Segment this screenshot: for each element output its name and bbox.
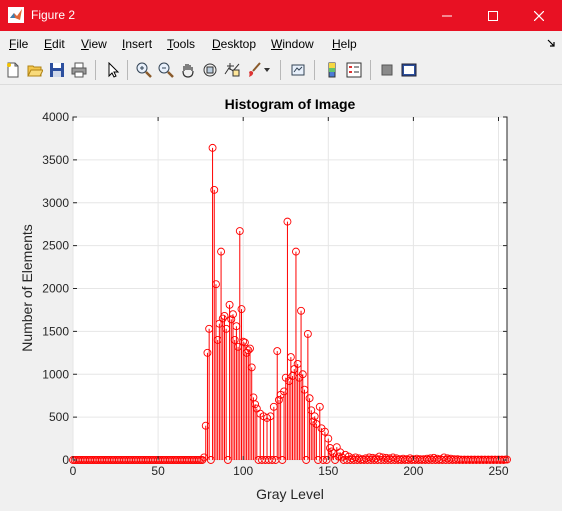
toolbar [0, 56, 562, 85]
menu-desktop[interactable]: Desktop [212, 37, 256, 51]
histogram-plot[interactable]: 0 50 100 150 200 2500500100015002000250030003… [0, 85, 562, 506]
x-tick-label: 250 [488, 464, 508, 478]
maximize-button[interactable] [470, 0, 516, 31]
y-tick-label: 2000 [42, 282, 69, 296]
menu-window[interactable]: Window [271, 37, 314, 51]
rotate-3d-icon [203, 63, 217, 77]
show-plot-tools-button[interactable] [399, 60, 419, 80]
close-icon [534, 10, 544, 21]
y-tick-label: 2500 [42, 239, 69, 253]
zoom-in-button[interactable] [134, 60, 154, 80]
y-axis-label: Number of Elements [19, 224, 35, 352]
pan-button[interactable] [178, 60, 198, 80]
select-button[interactable] [103, 60, 123, 80]
y-tick-label: 3000 [42, 196, 69, 210]
menu-insert[interactable]: Insert [122, 37, 152, 51]
colorbar-icon [328, 62, 336, 78]
save-icon [50, 63, 64, 77]
menu-bar: File Edit View Insert Tools Desktop Wind… [0, 31, 562, 56]
menu-tools[interactable]: Tools [167, 37, 195, 51]
data-cursor-button[interactable] [222, 60, 242, 80]
y-tick-label: 1000 [42, 367, 69, 381]
link-plot-icon [291, 64, 305, 76]
close-button[interactable] [516, 0, 562, 31]
arrow-cursor-icon [108, 62, 120, 78]
rotate-button[interactable] [200, 60, 220, 80]
brush-dropdown[interactable] [262, 60, 272, 80]
window-title: Figure 2 [31, 8, 76, 22]
hide-plot-tools-button[interactable] [377, 60, 397, 80]
x-tick-label: 200 [403, 464, 423, 478]
menu-help[interactable]: Help [332, 37, 357, 51]
maximize-icon [488, 10, 498, 21]
minimize-icon [442, 15, 452, 16]
chevron-down-icon [264, 68, 270, 72]
figure-canvas[interactable]: 0 50 100 150 200 250 0 500 1000 1500 2000 2500 3000 3… [0, 85, 562, 506]
link-plot-button[interactable] [288, 60, 308, 80]
menu-edit[interactable]: Edit [44, 37, 65, 51]
open-file-button[interactable] [25, 60, 45, 80]
menu-file[interactable]: File [9, 37, 28, 51]
dock-arrow-icon[interactable] [547, 36, 555, 50]
brush-icon [249, 62, 261, 77]
menu-view[interactable]: View [81, 37, 107, 51]
save-button[interactable] [47, 60, 67, 80]
y-tick-label: 3500 [42, 153, 69, 167]
pan-hand-icon [182, 64, 194, 78]
legend-button[interactable] [344, 60, 364, 80]
title-bar[interactable]: Figure 2 [0, 0, 562, 31]
legend-icon [346, 62, 362, 78]
print-icon [71, 62, 87, 78]
x-axis-label: Gray Level [256, 486, 324, 502]
x-tick-label: 50 [151, 464, 165, 478]
y-tick-label: 1500 [42, 324, 69, 338]
brush-button[interactable] [244, 60, 264, 80]
y-tick-label: 0 [62, 453, 69, 467]
minimize-button[interactable] [424, 0, 470, 31]
show-plot-tools-icon [401, 63, 417, 77]
open-file-icon [27, 65, 43, 77]
x-tick-label: 0 [70, 464, 77, 478]
zoom-out-button[interactable] [156, 60, 176, 80]
colorbar-button[interactable] [322, 60, 342, 80]
zoom-in-icon [136, 62, 152, 78]
hide-plot-tools-icon [381, 64, 393, 76]
new-figure-icon [7, 62, 19, 78]
x-tick-label: 150 [318, 464, 338, 478]
data-cursor-icon [224, 63, 240, 77]
x-tick-label: 100 [233, 464, 253, 478]
chart-title: Histogram of Image [225, 96, 356, 112]
matlab-logo-icon [8, 7, 24, 23]
y-tick-label: 500 [49, 410, 69, 424]
zoom-out-icon [158, 62, 174, 78]
y-tick-label: 4000 [42, 110, 69, 124]
print-button[interactable] [69, 60, 89, 80]
new-figure-button[interactable] [3, 60, 23, 80]
